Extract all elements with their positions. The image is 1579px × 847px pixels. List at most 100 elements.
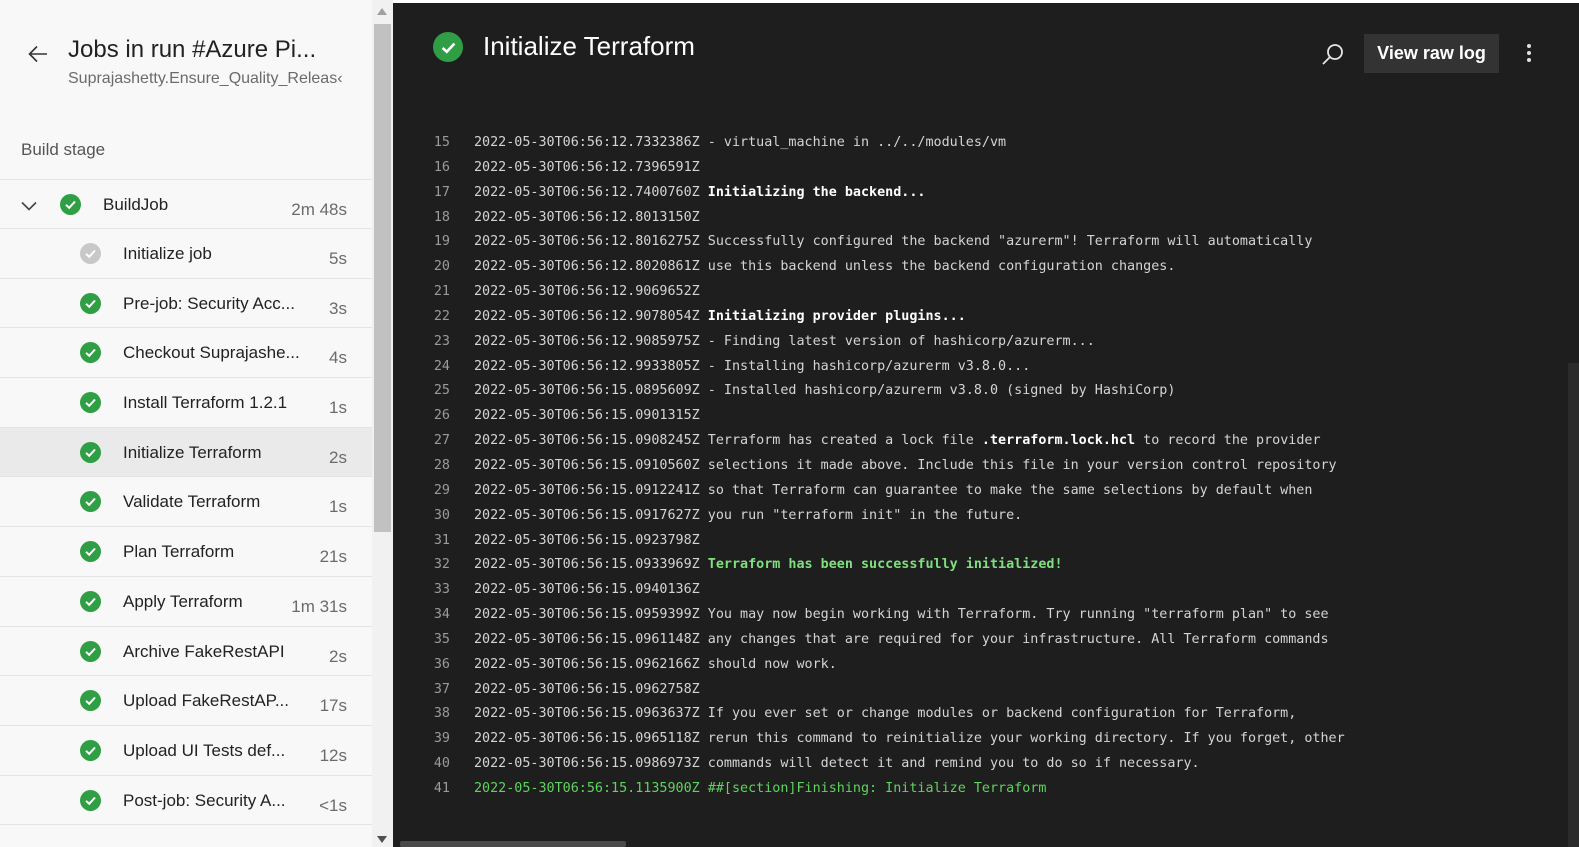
step-row[interactable]: Apply Terraform 1m 31s [0,577,372,627]
log-text: 2022-05-30T06:56:12.9085975Z - Finding l… [474,330,1095,355]
log-message: rerun this command to reinitialize your … [699,731,1345,747]
success-icon [433,32,463,62]
log-message: If you ever set or change modules or bac… [699,706,1297,722]
log-line: 32 2022-05-30T06:56:15.0933969Z Terraform… [393,553,1563,578]
log-text: 2022-05-30T06:56:12.9069652Z [474,280,700,305]
log-timestamp: 2022-05-30T06:56:12.7332386Z [474,135,700,150]
success-icon [80,590,101,612]
step-name: Initialize job [123,244,212,263]
log-text: 2022-05-30T06:56:15.0963637Z If you ever… [474,702,1296,727]
log-panel: Initialize Terraform View raw log 15 2022… [393,3,1579,847]
step-row[interactable]: Upload UI Tests def... 12s [0,726,372,776]
step-row[interactable]: Archive FakeRestAPI 2s [0,627,372,677]
log-line: 33 2022-05-30T06:56:15.0940136Z [393,578,1563,603]
line-number: 38 [433,706,450,722]
step-row[interactable]: Install Terraform 1.2.1 1s [0,378,372,428]
success-icon [80,441,101,463]
step-row[interactable]: Post-job: Security A... <1s [0,776,372,826]
more-options-icon[interactable] [1519,41,1539,69]
log-timestamp: 2022-05-30T06:56:15.0933969Z [474,557,700,573]
log-message: so that Terraform can guarantee to make … [699,482,1313,498]
line-number: 31 [433,532,450,548]
log-line: 23 2022-05-30T06:56:12.9085975Z - Finding… [393,330,1563,355]
step-row[interactable]: Initialize Terraform 2s [0,427,372,478]
log-timestamp: 2022-05-30T06:56:12.9069652Z [474,284,700,300]
log-vertical-scrollbar[interactable] [1568,363,1579,847]
search-icon [1322,44,1343,65]
log-horizontal-scrollbar[interactable] [400,841,626,847]
step-row[interactable]: Upload FakeRestAP... 17s [0,676,372,726]
log-message: - Finding latest version of hashicorp/az… [699,333,1095,349]
log-text: 2022-05-30T06:56:15.0901315Z [474,404,700,429]
log-line: 35 2022-05-30T06:56:15.0961148Z any chang… [393,628,1563,653]
step-row[interactable]: Plan Terraform 21s [0,527,372,577]
success-icon [80,342,101,364]
scroll-up-arrow-icon[interactable] [377,8,387,15]
step-name: Post-job: Security A... [123,790,286,810]
log-text: 2022-05-30T06:56:12.7400760Z Initializin… [474,181,925,206]
log-line: 37 2022-05-30T06:56:15.0962758Z [393,678,1563,703]
log-timestamp: 2022-05-30T06:56:15.0895609Z [474,383,700,399]
log-timestamp: 2022-05-30T06:56:15.0963637Z [474,706,700,722]
job-duration: 2m 48s [291,200,347,219]
log-line: 25 2022-05-30T06:56:15.0895609Z - Install… [393,379,1563,404]
job-name: BuildJob [103,195,169,214]
log-timestamp: 2022-05-30T06:56:15.1135900Z [474,780,700,796]
log-text: 2022-05-30T06:56:15.0961148Z any changes… [474,628,1329,653]
log-text: 2022-05-30T06:56:12.9078054Z Initializin… [474,305,966,330]
log-text: 2022-05-30T06:56:15.0908245Z Terraform h… [474,429,1321,454]
log-text: 2022-05-30T06:56:15.0923798Z [474,529,700,554]
log-timestamp: 2022-05-30T06:56:12.8016275Z [474,234,700,250]
success-icon [80,392,101,414]
step-row[interactable]: Initialize job 5s [0,229,372,279]
log-timestamp: 2022-05-30T06:56:15.0908245Z [474,433,700,449]
success-icon [80,541,101,563]
log-timestamp: 2022-05-30T06:56:15.0912241Z [474,482,700,498]
log-line: 34 2022-05-30T06:56:15.0959399Z You may n… [393,603,1563,628]
job-row-buildjob[interactable]: BuildJob 2m 48s [0,179,372,229]
success-icon [80,789,101,811]
step-row[interactable]: Checkout Suprajashe... 4s [0,328,372,379]
arrow-left-icon [28,45,47,63]
log-timestamp: 2022-05-30T06:56:15.0986973Z [474,756,700,772]
log-text: 2022-05-30T06:56:12.7332386Z - virtual_m… [474,131,1006,156]
log-text: 2022-05-30T06:56:15.0910560Z selections … [474,454,1337,479]
line-number: 19 [433,234,450,250]
left-scrollbar[interactable] [372,0,393,847]
scroll-thumb[interactable] [374,24,391,532]
log-title: Initialize Terraform [483,31,695,61]
jobs-panel: Jobs in run #Azure Pi... Suprajashetty.E… [0,0,372,847]
step-duration: 2s [329,646,347,666]
line-number: 23 [433,333,450,349]
step-duration: 3s [329,298,347,318]
success-icon [80,491,101,513]
log-text: 2022-05-30T06:56:15.0986973Z commands wi… [474,752,1200,777]
search-button[interactable] [1320,41,1346,67]
log-line: 16 2022-05-30T06:56:12.7396591Z [393,156,1563,181]
log-timestamp: 2022-05-30T06:56:15.0962758Z [474,681,700,697]
success-icon [80,292,101,314]
chevron-down-icon[interactable] [20,197,38,215]
scroll-down-arrow-icon[interactable] [377,836,387,843]
step-name: Apply Terraform [123,591,243,611]
line-number: 32 [433,557,450,573]
log-message: Terraform has created a lock file [699,433,982,449]
log-text: 2022-05-30T06:56:15.0965118Z rerun this … [474,727,1345,752]
back-button[interactable] [24,40,52,68]
step-name: Plan Terraform [123,542,235,562]
step-duration: 1m 31s [291,596,347,616]
log-highlight: .terraform.lock.hcl [981,433,1136,449]
log-timestamp: 2022-05-30T06:56:12.9933805Z [474,358,700,374]
log-text: 2022-05-30T06:56:15.0917627Z you run "te… [474,504,1022,529]
log-line: 24 2022-05-30T06:56:12.9933805Z - Install… [393,355,1563,380]
stage-label: Build stage [21,140,106,159]
step-name: Upload FakeRestAP... [123,691,289,711]
line-number: 15 [433,135,450,150]
step-duration: 5s [329,249,347,268]
step-row[interactable]: Pre-job: Security Acc... 3s [0,279,372,329]
line-number: 34 [433,607,450,623]
step-row[interactable]: Validate Terraform 1s [0,477,372,528]
log-text: 2022-05-30T06:56:15.0959399Z You may now… [474,603,1329,628]
view-raw-log-button[interactable]: View raw log [1364,34,1499,73]
step-duration: 12s [319,745,347,765]
